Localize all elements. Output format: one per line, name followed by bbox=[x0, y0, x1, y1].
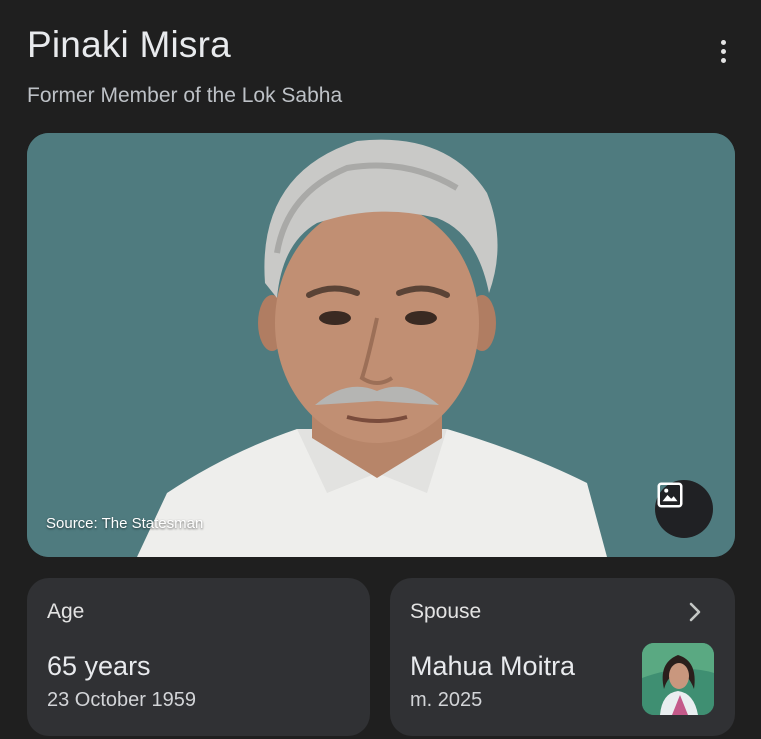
image-source-caption[interactable]: Source: The Statesman bbox=[46, 515, 203, 532]
portrait-photo bbox=[27, 133, 735, 557]
spouse-label: Spouse bbox=[410, 600, 482, 623]
age-value: 65 years bbox=[47, 651, 151, 681]
birth-date: 23 October 1959 bbox=[47, 689, 196, 711]
hero-image[interactable]: Source: The Statesman bbox=[27, 133, 735, 557]
more-vert-icon[interactable] bbox=[708, 36, 738, 66]
spouse-thumbnail[interactable] bbox=[642, 643, 714, 715]
page-title: Pinaki Misra bbox=[27, 24, 231, 65]
image-icon[interactable] bbox=[655, 480, 713, 538]
age-card[interactable]: Age 65 years 23 October 1959 bbox=[27, 578, 370, 736]
spouse-name[interactable]: Mahua Moitra bbox=[410, 651, 575, 682]
spouse-card[interactable]: Spouse Mahua Moitra m. 2025 bbox=[390, 578, 735, 736]
page-subtitle: Former Member of the Lok Sabha bbox=[27, 84, 343, 107]
age-label: Age bbox=[47, 600, 85, 623]
marriage-year: m. 2025 bbox=[410, 689, 483, 711]
chevron-right-icon[interactable] bbox=[685, 600, 705, 624]
